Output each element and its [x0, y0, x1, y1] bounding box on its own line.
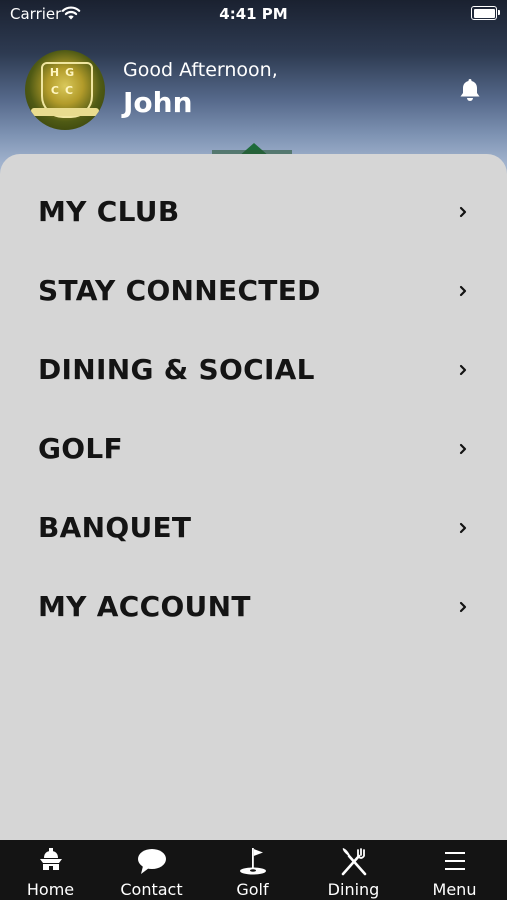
- menu-item-stay-connected[interactable]: STAY CONNECTED: [0, 256, 507, 326]
- menu-item-label: MY ACCOUNT: [38, 590, 251, 623]
- menu-item-label: STAY CONNECTED: [38, 274, 321, 307]
- chevron-right-icon: [459, 285, 467, 297]
- chevron-right-icon: [459, 522, 467, 534]
- chevron-right-icon: [459, 601, 467, 613]
- golf-flag-icon: [240, 848, 266, 875]
- hamburger-icon: [445, 852, 465, 870]
- menu-item-dining-social[interactable]: DINING & SOCIAL: [0, 335, 507, 405]
- menu-item-my-account[interactable]: MY ACCOUNT: [0, 572, 507, 642]
- chat-bubble-icon: [138, 849, 166, 874]
- tab-label: Golf: [236, 880, 269, 899]
- tab-label: Contact: [120, 880, 183, 899]
- menu-item-my-club[interactable]: MY CLUB: [0, 177, 507, 247]
- battery-icon: [471, 6, 500, 20]
- logo-ribbon: [31, 108, 99, 116]
- club-logo: HG CC: [25, 50, 105, 130]
- chevron-right-icon: [459, 364, 467, 376]
- tab-label: Home: [26, 880, 75, 899]
- tab-menu[interactable]: Menu: [404, 840, 505, 900]
- main-menu-panel: MY CLUB STAY CONNECTED DINING & SOCIAL G…: [0, 154, 507, 840]
- bell-icon[interactable]: [458, 77, 482, 103]
- tab-label: Menu: [432, 880, 477, 899]
- menu-item-label: GOLF: [38, 432, 123, 465]
- logo-letters-bottom: CC: [50, 84, 80, 97]
- tab-home[interactable]: Home: [0, 840, 101, 900]
- tab-label: Dining: [327, 880, 380, 899]
- tab-contact[interactable]: Contact: [101, 840, 202, 900]
- chevron-right-icon: [459, 443, 467, 455]
- menu-item-golf[interactable]: GOLF: [0, 414, 507, 484]
- menu-item-banquet[interactable]: BANQUET: [0, 493, 507, 563]
- bottom-tab-bar: Home Contact Golf Dining Menu: [0, 840, 507, 900]
- chevron-right-icon: [459, 206, 467, 218]
- tab-dining[interactable]: Dining: [303, 840, 404, 900]
- clubhouse-icon: [40, 848, 62, 870]
- tab-golf[interactable]: Golf: [202, 840, 303, 900]
- fork-knife-icon: [341, 848, 367, 876]
- status-bar: Carrier 4:41 PM: [0, 0, 507, 28]
- menu-item-label: BANQUET: [38, 511, 192, 544]
- menu-item-label: DINING & SOCIAL: [38, 353, 315, 386]
- greeting-text: Good Afternoon,: [123, 59, 278, 81]
- user-name: John: [123, 86, 193, 119]
- logo-letters-top: HG: [49, 66, 81, 79]
- clock: 4:41 PM: [219, 5, 288, 23]
- menu-item-label: MY CLUB: [38, 195, 180, 228]
